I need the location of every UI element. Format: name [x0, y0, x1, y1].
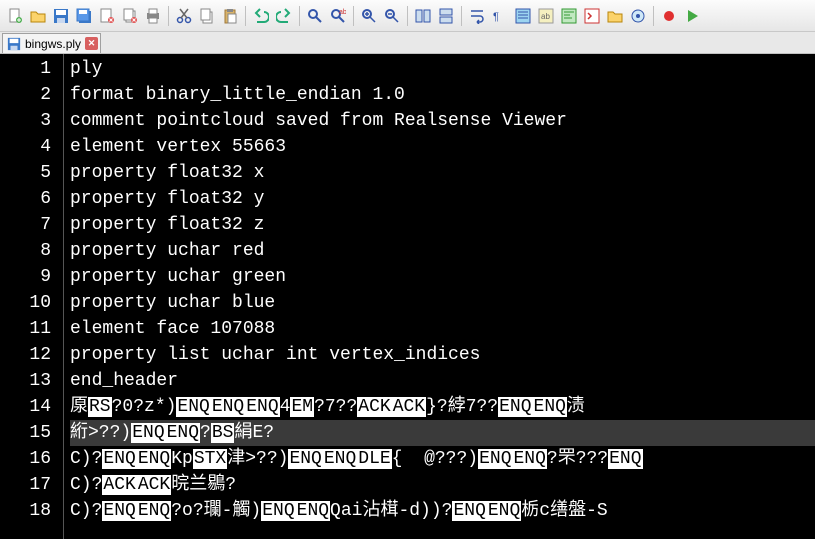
- save-icon: [7, 37, 21, 51]
- tab-filename: bingws.ply: [25, 37, 81, 51]
- indent-guide-icon[interactable]: [512, 5, 534, 27]
- code-line[interactable]: property uchar blue: [70, 290, 815, 316]
- line-number: 9: [0, 264, 51, 290]
- replace-icon[interactable]: ab: [327, 5, 349, 27]
- redo-icon[interactable]: [273, 5, 295, 27]
- play-macro-icon[interactable]: [681, 5, 703, 27]
- close-icon[interactable]: ✕: [85, 37, 98, 50]
- svg-text:ab: ab: [541, 12, 550, 21]
- undo-icon[interactable]: [250, 5, 272, 27]
- code-line[interactable]: 厡RS?0?z*)ENQENQENQ4EM?7??ACKACK}?綍7??ENQ…: [70, 394, 815, 420]
- line-number: 7: [0, 212, 51, 238]
- save-all-icon[interactable]: [73, 5, 95, 27]
- line-number: 14: [0, 394, 51, 420]
- code-line[interactable]: property float32 x: [70, 160, 815, 186]
- close-all-icon[interactable]: [119, 5, 141, 27]
- monitor-icon[interactable]: [627, 5, 649, 27]
- line-number: 5: [0, 160, 51, 186]
- language-icon[interactable]: ab: [535, 5, 557, 27]
- code-line[interactable]: property uchar red: [70, 238, 815, 264]
- function-list-icon[interactable]: [581, 5, 603, 27]
- line-number: 13: [0, 368, 51, 394]
- cut-icon[interactable]: [173, 5, 195, 27]
- code-line[interactable]: format binary_little_endian 1.0: [70, 82, 815, 108]
- zoom-out-icon[interactable]: [381, 5, 403, 27]
- sync-scroll-v-icon[interactable]: [435, 5, 457, 27]
- line-number: 15: [0, 420, 51, 446]
- close-file-icon[interactable]: [96, 5, 118, 27]
- tab-bar: bingws.ply ✕: [0, 32, 815, 54]
- line-number: 2: [0, 82, 51, 108]
- code-line[interactable]: 絎>??)ENQENQ?BS絹E?: [70, 420, 815, 446]
- wrap-icon[interactable]: [466, 5, 488, 27]
- sync-scroll-icon[interactable]: [412, 5, 434, 27]
- find-icon[interactable]: [304, 5, 326, 27]
- code-line[interactable]: C)?ACKACK晥兰鶍?: [70, 472, 815, 498]
- code-line[interactable]: C)?ENQENQ?o?瓓-觸)ENQENQQai沾榵-d))?ENQENQ栃c…: [70, 498, 815, 524]
- line-number: 1: [0, 56, 51, 82]
- folder-icon[interactable]: [604, 5, 626, 27]
- record-macro-icon[interactable]: [658, 5, 680, 27]
- file-tab[interactable]: bingws.ply ✕: [2, 33, 101, 53]
- zoom-in-icon[interactable]: [358, 5, 380, 27]
- line-number: 10: [0, 290, 51, 316]
- toolbar: ab ¶ ab: [0, 0, 815, 32]
- print-icon[interactable]: [142, 5, 164, 27]
- line-number: 6: [0, 186, 51, 212]
- code-line[interactable]: element face 107088: [70, 316, 815, 342]
- open-file-icon[interactable]: [27, 5, 49, 27]
- gutter: 123456789101112131415161718: [0, 54, 64, 539]
- line-number: 3: [0, 108, 51, 134]
- editor[interactable]: 123456789101112131415161718 plyformat bi…: [0, 54, 815, 539]
- svg-text:¶: ¶: [493, 11, 499, 23]
- code-line[interactable]: property list uchar int vertex_indices: [70, 342, 815, 368]
- paste-icon[interactable]: [219, 5, 241, 27]
- code-line[interactable]: C)?ENQENQKpSTX津>??)ENQENQDLE{ @???)ENQEN…: [70, 446, 815, 472]
- line-number: 16: [0, 446, 51, 472]
- svg-text:ab: ab: [339, 9, 346, 16]
- line-number: 8: [0, 238, 51, 264]
- copy-icon[interactable]: [196, 5, 218, 27]
- code-line[interactable]: property uchar green: [70, 264, 815, 290]
- line-number: 17: [0, 472, 51, 498]
- code-line[interactable]: property float32 z: [70, 212, 815, 238]
- code-line[interactable]: comment pointcloud saved from Realsense …: [70, 108, 815, 134]
- code-line[interactable]: ply: [70, 56, 815, 82]
- doc-map-icon[interactable]: [558, 5, 580, 27]
- show-invisible-icon[interactable]: ¶: [489, 5, 511, 27]
- line-number: 11: [0, 316, 51, 342]
- code-area[interactable]: plyformat binary_little_endian 1.0commen…: [64, 54, 815, 539]
- new-file-icon[interactable]: [4, 5, 26, 27]
- line-number: 12: [0, 342, 51, 368]
- code-line[interactable]: element vertex 55663: [70, 134, 815, 160]
- save-icon[interactable]: [50, 5, 72, 27]
- line-number: 18: [0, 498, 51, 524]
- code-line[interactable]: property float32 y: [70, 186, 815, 212]
- code-line[interactable]: end_header: [70, 368, 815, 394]
- line-number: 4: [0, 134, 51, 160]
